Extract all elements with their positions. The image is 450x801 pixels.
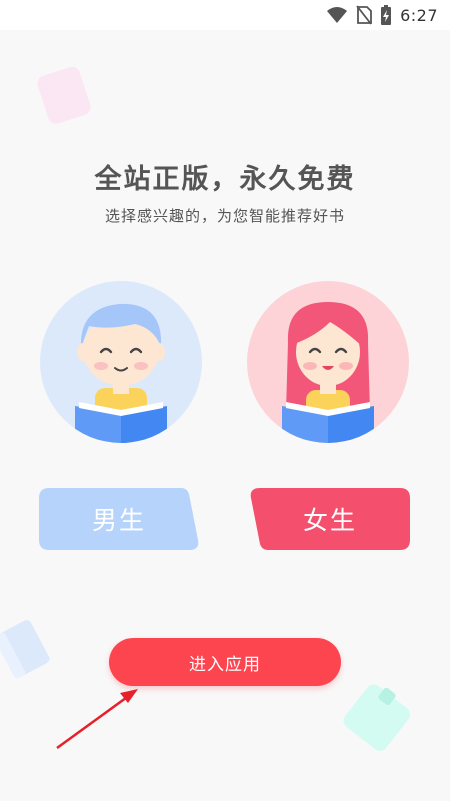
status-time: 6:27 <box>400 5 438 25</box>
decor-mint-book <box>343 684 411 751</box>
page-subtitle: 选择感兴趣的，为您智能推荐好书 <box>104 207 345 225</box>
status-bar: 6:27 <box>0 0 450 30</box>
enter-app-button[interactable]: 进入应用 <box>109 638 341 686</box>
decor-pink-book <box>37 66 91 124</box>
female-button-label: 女生 <box>302 506 357 535</box>
battery-charging-icon <box>381 5 392 25</box>
male-button-label: 男生 <box>91 506 146 535</box>
male-reader-avatar[interactable] <box>39 280 203 444</box>
decor-blue-book <box>0 620 50 679</box>
no-sim-icon <box>356 5 372 25</box>
female-reader-avatar[interactable] <box>246 280 410 444</box>
female-button[interactable]: 女生 <box>250 488 410 550</box>
pointer-arrow <box>56 689 138 750</box>
wifi-icon <box>327 7 348 23</box>
male-button[interactable]: 男生 <box>39 488 199 550</box>
page-title: 全站正版，永久免费 <box>94 164 356 195</box>
